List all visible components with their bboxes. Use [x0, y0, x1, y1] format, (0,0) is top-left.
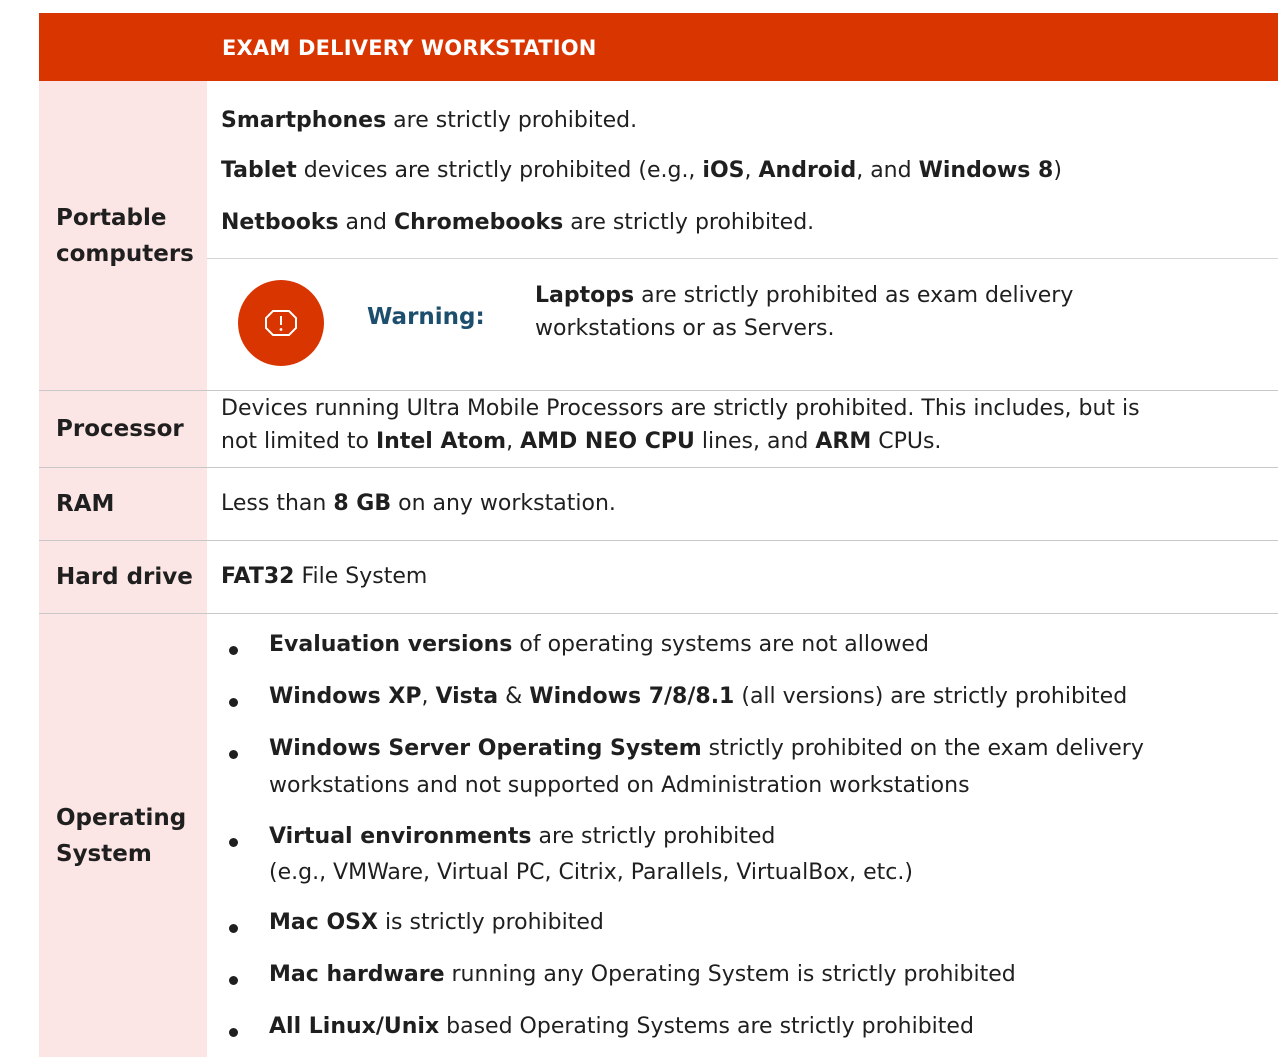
processor-line-1: Devices running Ultra Mobile Processors …: [221, 396, 1140, 421]
bold-term: AMD NEO CPU: [520, 429, 695, 454]
bold-term: Android: [758, 158, 857, 183]
warning-line-2: workstations or as Servers.: [535, 316, 835, 341]
row-label-os: Operating System: [39, 614, 207, 1057]
bold-term: Smartphones: [221, 108, 387, 133]
row-portable-computers: Portable computers Smartphones are stric…: [39, 81, 1278, 390]
warning-box: Warning: Laptops are strictly prohibited…: [207, 259, 1278, 390]
bold-term: Evaluation versions: [269, 632, 513, 657]
bullet-dot: [229, 976, 238, 985]
bold-term: Mac OSX: [269, 910, 378, 935]
row-label-hard-drive: Hard drive: [39, 541, 207, 613]
bold-term: ARM: [815, 429, 872, 454]
bold-term: Laptops: [535, 283, 635, 308]
os-bullet-4b: (e.g., VMWare, Virtual PC, Citrix, Paral…: [269, 860, 913, 885]
os-bullet-5: Mac OSX is strictly prohibited: [269, 910, 604, 935]
os-bullet-4a: Virtual environments are strictly prohib…: [269, 824, 776, 849]
portable-content: Smartphones are strictly prohibited. Tab…: [207, 81, 1278, 390]
bold-term: Intel Atom: [376, 429, 507, 454]
bullet-dot: [229, 750, 238, 759]
bold-term: Tablet: [221, 158, 297, 183]
os-content: Evaluation versions of operating systems…: [207, 614, 1278, 1057]
portable-line-3: Netbooks and Chromebooks are strictly pr…: [221, 210, 815, 235]
bold-term: Windows XP: [269, 684, 422, 709]
bold-term: Virtual environments: [269, 824, 532, 849]
row-ram: RAM Less than 8 GB on any workstation.: [39, 468, 1278, 540]
hard-drive-line-1: FAT32 File System: [221, 564, 428, 589]
ram-line-1: Less than 8 GB on any workstation.: [221, 491, 616, 516]
bullet-dot: [229, 838, 238, 847]
row-label-ram: RAM: [39, 468, 207, 540]
processor-line-2: not limited to Intel Atom, AMD NEO CPU l…: [221, 429, 942, 454]
os-bullet-3b: workstations and not supported on Admini…: [269, 773, 970, 798]
bold-term: 8 GB: [333, 491, 392, 516]
bullet-dot: [229, 646, 238, 655]
processor-content: Devices running Ultra Mobile Processors …: [207, 391, 1278, 467]
bold-term: All Linux/Unix: [269, 1014, 440, 1039]
os-bullet-1: Evaluation versions of operating systems…: [269, 632, 929, 657]
bold-term: Windows Server Operating System: [269, 736, 702, 761]
bold-term: Windows 8: [918, 158, 1054, 183]
os-bullet-7: All Linux/Unix based Operating Systems a…: [269, 1014, 974, 1039]
ram-content: Less than 8 GB on any workstation.: [207, 468, 1278, 540]
bold-term: Chromebooks: [393, 210, 564, 235]
portable-line-2: Tablet devices are strictly prohibited (…: [221, 158, 1062, 183]
row-label-processor: Processor: [39, 391, 207, 467]
portable-line-1: Smartphones are strictly prohibited.: [221, 108, 638, 133]
requirements-table: EXAM DELIVERY WORKSTATION Portable compu…: [0, 0, 1278, 1057]
bold-term: Vista: [435, 684, 499, 709]
bold-term: FAT32: [221, 564, 295, 589]
os-bullet-2: Windows XP, Vista & Windows 7/8/8.1 (all…: [269, 684, 1128, 709]
row-operating-system: Operating System Evaluation versions of …: [39, 614, 1278, 1057]
alert-octagon-icon: [238, 280, 324, 366]
os-bullet-3a: Windows Server Operating System strictly…: [269, 736, 1144, 761]
row-processor: Processor Devices running Ultra Mobile P…: [39, 391, 1278, 467]
bold-term: Netbooks: [221, 210, 339, 235]
hard-drive-content: FAT32 File System: [207, 541, 1278, 613]
row-label-portable: Portable computers: [39, 81, 207, 390]
warning-label: Warning:: [367, 304, 485, 330]
bullet-dot: [229, 698, 238, 707]
bullet-dot: [229, 1028, 238, 1037]
header-title: EXAM DELIVERY WORKSTATION: [222, 36, 597, 60]
bullet-dot: [229, 924, 238, 933]
row-hard-drive: Hard drive FAT32 File System: [39, 541, 1278, 613]
bold-term: Windows 7/8/8.1: [529, 684, 735, 709]
bold-term: iOS: [702, 158, 745, 183]
table-header: EXAM DELIVERY WORKSTATION: [39, 13, 1278, 81]
bold-term: Mac hardware: [269, 962, 445, 987]
warning-line-1: Laptops are strictly prohibited as exam …: [535, 283, 1074, 308]
os-bullet-6: Mac hardware running any Operating Syste…: [269, 962, 1016, 987]
